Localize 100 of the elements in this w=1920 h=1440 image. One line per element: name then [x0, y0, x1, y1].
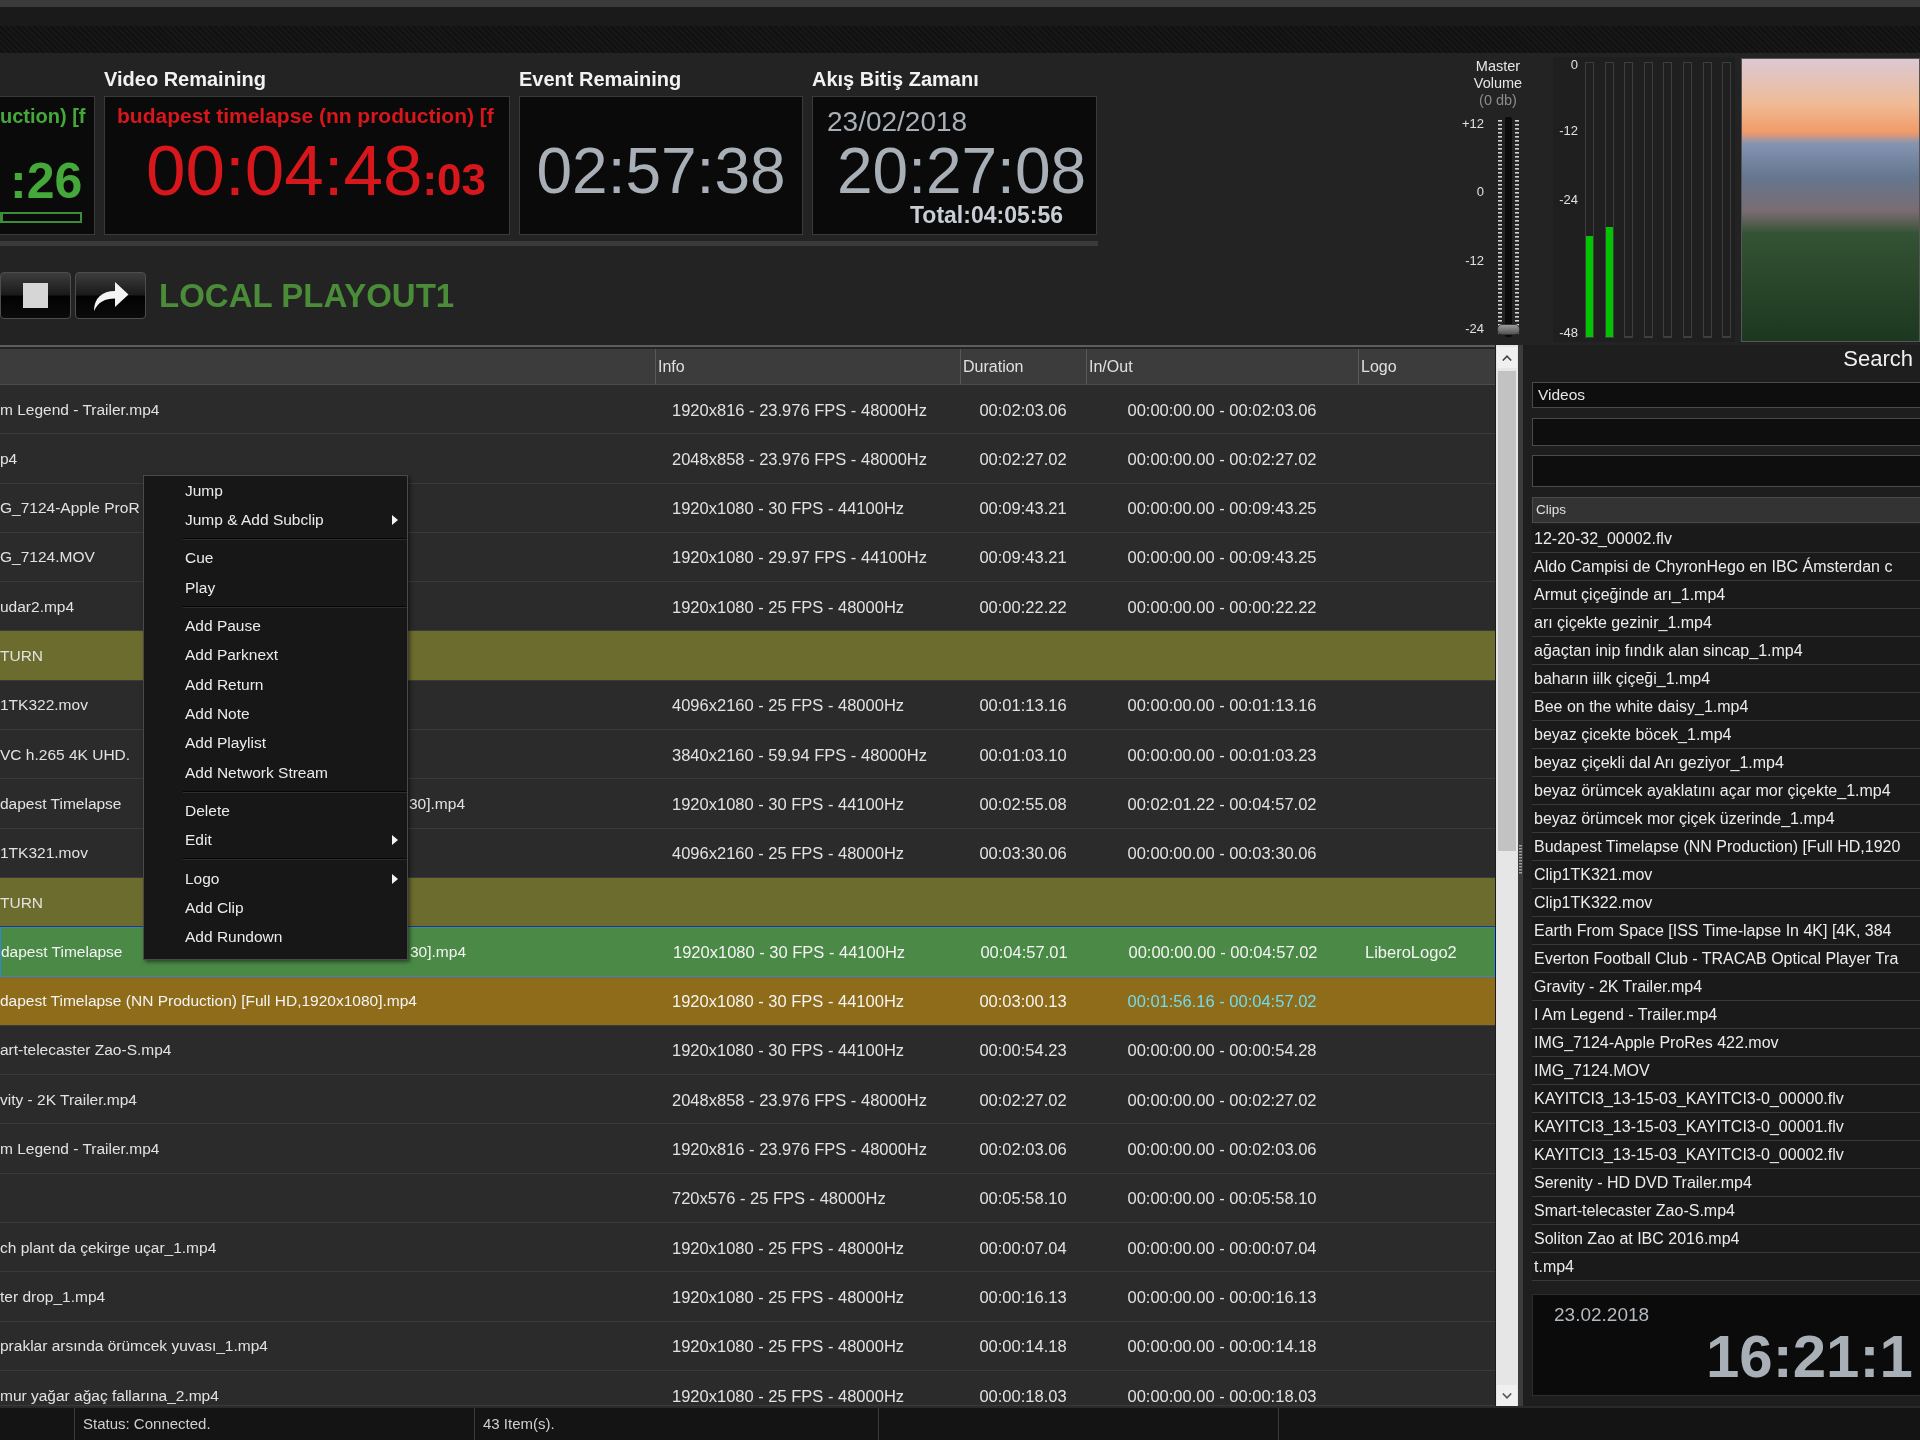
- table-row[interactable]: vity - 2K Trailer.mp4 2048x858 - 23.976 FPS - 48000Hz 00:02:27.02 00:00:00.00 - 00:02:27.02: [0, 1075, 1495, 1125]
- column-header[interactable]: Info: [658, 358, 685, 375]
- duration: 00:01:13.16: [979, 696, 1067, 715]
- scrollbar[interactable]: [1495, 345, 1518, 1406]
- menu-item[interactable]: Cue: [144, 543, 407, 573]
- scale-label: 0: [1570, 57, 1578, 73]
- video-info: 1920x816 - 23.976 FPS - 48000Hz: [672, 1140, 927, 1159]
- clip-name: udar2.mp4: [0, 597, 75, 616]
- in-out-range: 00:00:00.00 - 00:02:27.02: [1127, 449, 1317, 468]
- video-info: 1920x1080 - 29.97 FPS - 44100Hz: [672, 548, 927, 567]
- list-item[interactable]: Serenity - HD DVD Trailer.mp4: [1532, 1169, 1920, 1197]
- list-header[interactable]: Clips: [1532, 497, 1920, 523]
- stop-button[interactable]: [0, 272, 71, 319]
- list-item[interactable]: beyaz çicekte böcek_1.mp4: [1532, 721, 1920, 749]
- clip-name: G_7124-Apple ProR: [0, 499, 140, 518]
- video-info: 1920x1080 - 25 FPS - 48000Hz: [672, 1238, 905, 1257]
- duration: 00:04:57.01: [980, 942, 1068, 961]
- list-item[interactable]: Earth From Space [ISS Time-lapse In 4K] [4K, 384: [1532, 917, 1920, 945]
- list-item[interactable]: Clip1TK322.mov: [1532, 889, 1920, 917]
- list-item[interactable]: Smart-telecaster Zao-S.mp4: [1532, 1197, 1920, 1225]
- list-item[interactable]: Budapest Timelapse (NN Production) [Full HD,1920: [1532, 833, 1920, 861]
- duration: 00:02:27.02: [979, 449, 1067, 468]
- list-item[interactable]: I Am Legend - Trailer.mp4: [1532, 1001, 1920, 1029]
- clip-title: uction) [f: [0, 104, 86, 128]
- total-duration: Total:04:05:56: [910, 203, 1063, 227]
- menu-item[interactable]: Add Clip: [144, 893, 407, 923]
- list-item[interactable]: ağaçtan inip fındık alan sincap_1.mp4: [1532, 637, 1920, 665]
- scale-label: +12: [1461, 116, 1484, 132]
- table-row[interactable]: p4 2048x858 - 23.976 FPS - 48000Hz 00:02:27.02 00:00:00.00 - 00:02:27.02: [0, 434, 1495, 484]
- clip-name: dapest Timelapse: [1, 942, 123, 961]
- duration: 00:00:07.04: [979, 1238, 1067, 1257]
- category-field[interactable]: Videos: [1532, 382, 1920, 408]
- list-item[interactable]: IMG_7124.MOV: [1532, 1057, 1920, 1085]
- input-field[interactable]: [1532, 455, 1920, 487]
- table-row[interactable]: m Legend - Trailer.mp4 1920x816 - 23.976 FPS - 48000Hz 00:02:03.06 00:00:00.00 - 00:02:03.06: [0, 1124, 1495, 1174]
- list-item[interactable]: KAYITCI3_13-15-03_KAYITCI3-0_00001.flv: [1532, 1113, 1920, 1141]
- table-row[interactable]: 720x576 - 25 FPS - 48000Hz 00:05:58.10 00:00:00.00 - 00:05:58.10: [0, 1173, 1495, 1224]
- volume-slider[interactable]: [1496, 117, 1521, 337]
- splitter-handle[interactable]: [1518, 345, 1523, 1406]
- scroll-up-button[interactable]: [1497, 347, 1517, 368]
- in-out-range: 00:00:00.00 - 00:00:18.03: [1127, 1386, 1317, 1405]
- duration: 00:00:16.13: [979, 1287, 1067, 1306]
- list-item[interactable]: Everton Football Club - TRACAB Optical Player Tra: [1532, 945, 1920, 973]
- list-item[interactable]: Aldo Campisi de ChyronHego en IBC Ámsterdan c: [1532, 553, 1920, 581]
- menu-item[interactable]: Delete: [144, 796, 407, 826]
- table-row[interactable]: dapest Timelapse (NN Production) [Full HD,1920x1080].mp4 1920x1080 - 30 FPS - 44100Hz 00:03:00.13 00:01:56.16 - 00:04:57.02: [0, 976, 1495, 1026]
- list-item[interactable]: arı çiçekte gezinir_1.mp4: [1532, 609, 1920, 637]
- menu-item[interactable]: Add Playlist: [144, 728, 407, 759]
- table-row[interactable]: ter drop_1.mp4 1920x1080 - 25 FPS - 48000Hz 00:00:16.13 00:00:00.00 - 00:00:16.13: [0, 1272, 1495, 1322]
- timer-label: Event Remaining: [519, 67, 682, 91]
- list-item[interactable]: beyaz örümcek mor çiçek üzerinde_1.mp4: [1532, 805, 1920, 833]
- scale-label: -12: [1559, 123, 1578, 139]
- menu-item[interactable]: Add Note: [144, 699, 407, 729]
- table-row[interactable]: mur yağar ağaç fallarına_2.mp4 1920x1080 - 25 FPS - 48000Hz 00:00:18.03 00:00:00.00 - 00:00:18.03: [0, 1370, 1495, 1406]
- column-header[interactable]: Duration: [963, 358, 1024, 375]
- table-row[interactable]: art-telecaster Zao-S.mp4 1920x1080 - 30 FPS - 44100Hz 00:00:54.23 00:00:00.00 - 00:00:54.28: [0, 1025, 1495, 1076]
- column-header[interactable]: In/Out: [1089, 358, 1133, 375]
- status-text: 43 Item(s).: [483, 1415, 555, 1432]
- clip-name: VC h.265 4K UHD.: [0, 745, 131, 764]
- timer-label: Akış Bitiş Zamanı: [812, 67, 979, 91]
- list-item[interactable]: Bee on the white daisy_1.mp4: [1532, 693, 1920, 721]
- table-row[interactable]: praklar arsında örümcek yuvası_1.mp4 1920x1080 - 25 FPS - 48000Hz 00:00:14.18 00:00:00.00 - 00:00:14.18: [0, 1321, 1495, 1371]
- video-info: 1920x1080 - 30 FPS - 44100Hz: [672, 794, 905, 813]
- redo-button[interactable]: [75, 272, 146, 319]
- clip-name: praklar arsında örümcek yuvası_1.mp4: [0, 1337, 268, 1356]
- list-item[interactable]: baharın iilk çiçeği_1.mp4: [1532, 665, 1920, 693]
- table-row[interactable]: m Legend - Trailer.mp4 1920x816 - 23.976 FPS - 48000Hz 00:02:03.06 00:00:00.00 - 00:02:03.06: [0, 385, 1495, 435]
- list-item[interactable]: Gravity - 2K Trailer.mp4: [1532, 973, 1920, 1001]
- list-item[interactable]: KAYITCI3_13-15-03_KAYITCI3-0_00000.flv: [1532, 1085, 1920, 1113]
- list-item[interactable]: Soliton Zao at IBC 2016.mp4: [1532, 1225, 1920, 1253]
- list-item[interactable]: KAYITCI3_13-15-03_KAYITCI3-0_00002.flv: [1532, 1141, 1920, 1169]
- input-field[interactable]: [1532, 418, 1920, 446]
- volume-slider-thumb[interactable]: [1497, 324, 1520, 335]
- menu-item[interactable]: Jump & Add Subclip: [144, 505, 407, 535]
- video-info: 1920x1080 - 30 FPS - 44100Hz: [672, 499, 905, 518]
- video-info: 1920x1080 - 30 FPS - 44100Hz: [672, 1041, 905, 1060]
- column-header[interactable]: Logo: [1361, 358, 1397, 375]
- date-display: 23.02.2018: [1554, 1304, 1650, 1326]
- duration: 00:00:22.22: [979, 597, 1067, 616]
- scrollbar-thumb[interactable]: [1498, 371, 1516, 851]
- list-item[interactable]: beyaz çiçekli dal Arı geziyor_1.mp4: [1532, 749, 1920, 777]
- logo-name: LiberoLogo2: [1365, 942, 1457, 961]
- clip-name: vity - 2K Trailer.mp4: [0, 1090, 137, 1109]
- list-item[interactable]: beyaz örümcek ayaklatını açar mor çiçekte_1.mp4: [1532, 777, 1920, 805]
- in-out-range: 00:00:00.00 - 00:00:16.13: [1127, 1287, 1317, 1306]
- table-row[interactable]: ch plant da çekirge uçar_1.mp4 1920x1080 - 25 FPS - 48000Hz 00:00:07.04 00:00:00.00 - 00:00:07.04: [0, 1223, 1495, 1273]
- menu-item[interactable]: Add Parknext: [144, 640, 407, 670]
- duration: 00:02:55.08: [979, 794, 1067, 813]
- list-item[interactable]: Armut çiçeğinde arı_1.mp4: [1532, 581, 1920, 609]
- list-item[interactable]: 12-20-32_00002.flv: [1532, 525, 1920, 553]
- list-item[interactable]: t.mp4: [1532, 1253, 1920, 1281]
- frame-count: :03: [422, 158, 486, 202]
- duration: 00:00:14.18: [979, 1337, 1067, 1356]
- video-info: 2048x858 - 23.976 FPS - 48000Hz: [672, 1090, 927, 1109]
- clip-name: m Legend - Trailer.mp4: [0, 400, 160, 419]
- scroll-down-button[interactable]: [1497, 1385, 1517, 1406]
- clip-name: 30].mp4: [410, 942, 466, 961]
- video-info: 1920x1080 - 30 FPS - 44100Hz: [672, 992, 905, 1011]
- list-item[interactable]: Clip1TK321.mov: [1532, 861, 1920, 889]
- list-item[interactable]: IMG_7124-Apple ProRes 422.mov: [1532, 1029, 1920, 1057]
